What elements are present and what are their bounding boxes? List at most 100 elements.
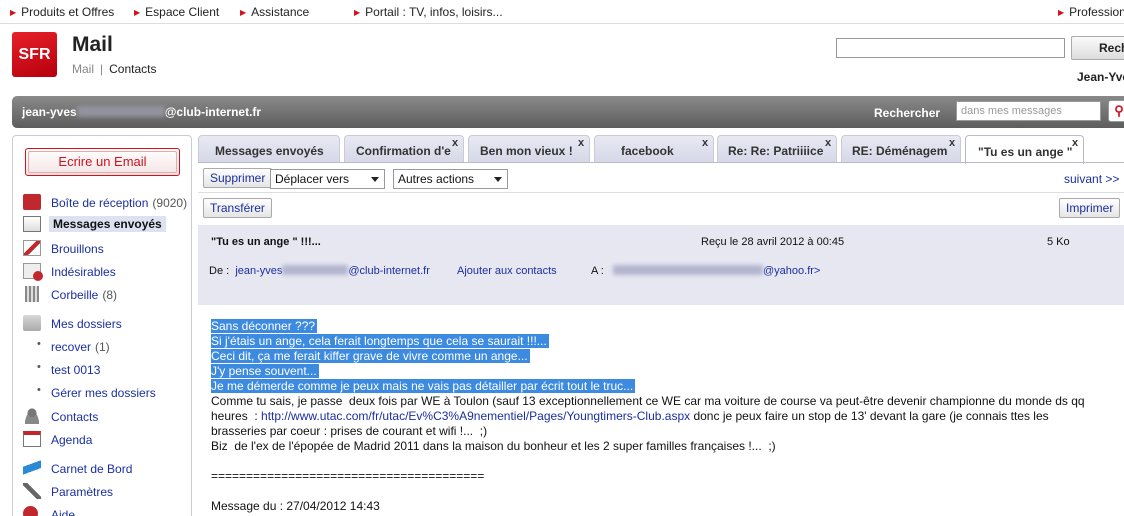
topnav-label: Portail : TV, infos, loisirs... <box>365 5 503 19</box>
nav-contacts[interactable]: Contacts <box>13 408 191 428</box>
chevron-down-icon <box>494 177 502 182</box>
body-line <box>211 484 1121 499</box>
redacted-text <box>76 106 165 117</box>
folder-label: Corbeille (8) <box>51 288 117 302</box>
folder-label: Boîte de réception (9020) <box>51 196 187 210</box>
selected-text: J'y pense souvent... <box>211 364 319 378</box>
message-from: De : jean-yves @club-internet.fr <box>209 265 430 277</box>
folder-name: Boîte de réception <box>51 196 149 210</box>
delete-button[interactable]: Supprimer <box>203 168 273 188</box>
topnav-professionnels[interactable]: ▶ Profession <box>1058 5 1124 19</box>
bullet-icon: • <box>37 361 41 373</box>
folder-test-0013[interactable]: • test 0013 <box>13 361 191 381</box>
body-text: heures : <box>211 409 262 423</box>
subnav-contacts[interactable]: Contacts <box>109 62 156 76</box>
selected-text: Je me démerde comme je peux mais ne vais… <box>211 379 636 393</box>
feather-icon <box>23 460 41 476</box>
folder-name: recover <box>51 340 92 354</box>
folder-count: (8) <box>102 288 118 302</box>
tab-re-patriiiice[interactable]: Re: Re: Patriiiice x <box>717 135 837 162</box>
folder-icon <box>23 315 41 331</box>
quoted-header: Message du : 27/04/2012 14:43 <box>211 499 380 513</box>
folder-name: Corbeille <box>51 288 99 302</box>
folder-trash[interactable]: Corbeille (8) <box>13 286 191 306</box>
tab-messages-envoyes[interactable]: Messages envoyés <box>198 135 340 162</box>
close-icon[interactable]: x <box>578 137 584 149</box>
user-name: Jean-Yves <box>1077 70 1124 84</box>
arrow-right-icon: ▶ <box>354 8 361 17</box>
folder-count: (1) <box>95 340 110 354</box>
move-to-select[interactable]: Déplacer vers <box>270 169 385 189</box>
close-icon[interactable]: x <box>825 137 831 149</box>
folder-label: recover (1) <box>51 340 110 354</box>
tab-tu-es-un-ange[interactable]: "Tu es un ange " x <box>965 135 1084 164</box>
body-line: Je me démerde comme je peux mais ne vais… <box>211 379 1121 394</box>
from-suffix: @club-internet.fr <box>348 265 430 277</box>
body-line: Ceci dit, ça me ferait kiffer grave de v… <box>211 349 1121 364</box>
close-icon[interactable]: x <box>702 137 708 149</box>
tab-re-demenagement[interactable]: RE: Déménagem x <box>841 135 961 162</box>
compose-button[interactable]: Ecrire un Email <box>25 148 180 176</box>
tab-label: Ben mon vieux ! <box>480 144 573 158</box>
body-line: Biz de l'ex de l'épopée de Madrid 2011 d… <box>211 439 776 453</box>
header-search-button[interactable]: Rech <box>1071 36 1124 60</box>
from-address[interactable]: jean-yves @club-internet.fr <box>235 265 430 277</box>
account-email: jean-yves @club-internet.fr <box>22 105 261 119</box>
tab-confirmation[interactable]: Confirmation d'e x <box>344 135 464 162</box>
topnav-portail[interactable]: ▶ Portail : TV, infos, loisirs... <box>354 5 503 19</box>
folder-spam[interactable]: Indésirables <box>13 263 191 283</box>
tab-label: Messages envoyés <box>215 144 324 158</box>
print-button[interactable]: Imprimer <box>1059 198 1121 218</box>
arrow-right-icon: ▶ <box>10 8 17 17</box>
message-subject: "Tu es un ange " !!!... <box>211 236 321 248</box>
nav-parametres[interactable]: Paramètres <box>13 483 191 503</box>
topnav-assistance[interactable]: ▶ Assistance <box>240 5 309 19</box>
redacted-text <box>613 265 764 275</box>
subnav-separator: | <box>100 62 104 76</box>
close-icon[interactable]: x <box>1072 137 1078 149</box>
sfr-logo[interactable]: SFR <box>12 32 57 77</box>
nav-aide[interactable]: Aide <box>13 506 191 516</box>
close-icon[interactable]: x <box>949 137 955 149</box>
utac-link[interactable]: http://www.utac.com/fr/utac/Ev%C3%A9neme… <box>261 409 690 423</box>
folder-sent[interactable]: Messages envoyés <box>13 216 191 236</box>
contacts-icon <box>23 408 41 424</box>
folder-recover[interactable]: • recover (1) <box>13 338 191 358</box>
next-link[interactable]: suivant >> <box>1064 172 1119 186</box>
bullet-icon: • <box>37 338 41 350</box>
folder-label: Brouillons <box>51 242 104 256</box>
tab-facebook[interactable]: facebook x <box>594 135 714 162</box>
add-contacts-link[interactable]: Ajouter aux contacts <box>457 265 557 277</box>
to-address[interactable]: @yahoo.fr> <box>613 265 820 277</box>
selected-text: Sans déconner ??? <box>211 319 318 333</box>
search-icon[interactable]: ⚲ <box>1108 100 1124 122</box>
subnav-mail[interactable]: Mail <box>72 62 94 76</box>
close-icon[interactable]: x <box>452 137 458 149</box>
body-line: heures : http://www.utac.com/fr/utac/Ev%… <box>211 409 1121 424</box>
topnav-espace-client[interactable]: ▶ Espace Client <box>134 5 219 19</box>
body-line: J'y pense souvent... <box>211 364 1121 379</box>
manage-folders-link[interactable]: • Gérer mes dossiers <box>13 384 191 404</box>
nav-carnet-de-bord[interactable]: Carnet de Bord <box>13 460 191 480</box>
to-label: A : <box>591 265 604 277</box>
help-icon <box>23 506 38 516</box>
nav-agenda[interactable]: Agenda <box>13 431 191 451</box>
folder-inbox[interactable]: Boîte de réception (9020) <box>13 194 191 214</box>
spam-icon <box>23 263 43 281</box>
tab-label: Re: Re: Patriiiice <box>728 144 824 158</box>
message-search-input[interactable]: dans mes messages <box>956 101 1101 121</box>
topnav-produits[interactable]: ▶ Produits et Offres <box>10 5 114 19</box>
sub-nav: Mail | Contacts <box>72 62 157 76</box>
from-label: De : <box>209 265 230 277</box>
topnav-label: Espace Client <box>145 5 220 19</box>
folder-my-folders[interactable]: Mes dossiers <box>13 315 191 335</box>
forward-button[interactable]: Transférer <box>203 198 272 218</box>
folder-count: (9020) <box>152 196 188 210</box>
body-line: Sans déconner ??? <box>211 319 1121 334</box>
tab-ben-mon-vieux[interactable]: Ben mon vieux ! x <box>468 135 590 162</box>
toolbar-divider <box>198 192 1124 193</box>
other-actions-select[interactable]: Autres actions <box>393 169 508 189</box>
folder-drafts[interactable]: Brouillons <box>13 240 191 260</box>
body-line <box>211 454 1121 469</box>
header-search-input[interactable] <box>836 38 1065 58</box>
